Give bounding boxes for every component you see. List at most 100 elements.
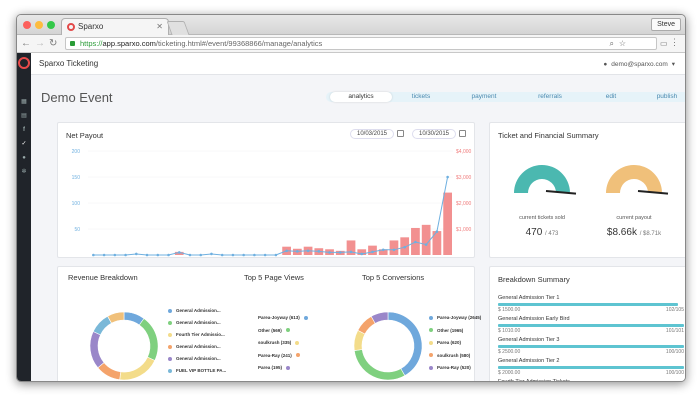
close-window-button[interactable] (23, 21, 31, 29)
y-tick-left: 150 (72, 175, 81, 181)
breakdown-row: General Admission Tier 2 $ 2000.00 100/100 (498, 358, 684, 376)
tickets-point (253, 253, 256, 257)
conversions-legend-item[interactable]: Parea-Joyway (2645) (429, 315, 481, 320)
tab-publish[interactable]: publish (644, 92, 685, 102)
page-views-legend-item[interactable]: Parea-Joyway (613) (258, 315, 308, 320)
legend-dot (168, 344, 172, 349)
app-brand: Sparxo Ticketing (39, 59, 99, 68)
conversions-legend-item[interactable]: Other (1965) (429, 328, 463, 333)
tickets-point (231, 253, 235, 257)
legend-dot (168, 380, 172, 381)
conversions-legend-item[interactable]: soulkrush (580) (429, 353, 470, 358)
legend-dot (168, 332, 172, 337)
minimize-window-button[interactable] (35, 21, 43, 29)
donut-slice (387, 311, 423, 377)
legend-label: soulkrush (335) (258, 340, 292, 345)
ticket-type-count: 102/105 (665, 307, 684, 313)
ticket-type-name: Fourth Tier Admission Tickets (498, 379, 570, 382)
page-views-legend-item[interactable]: Other (569) (258, 328, 290, 333)
bookmark-star-icon[interactable]: ☆ (619, 38, 626, 49)
tab-edit[interactable]: edit (588, 92, 634, 102)
legend-dot (429, 328, 433, 333)
tickets-point (113, 253, 117, 257)
tab-referrals[interactable]: referrals (522, 92, 578, 102)
url-path: /ticketing.html#/event/99368866/manage/a… (155, 39, 323, 48)
legend-label: Other (1965) (437, 327, 464, 333)
browser-menu-icon[interactable]: ⋮ (670, 37, 679, 48)
conversions-legend-item[interactable]: Parea-Ray (520) (429, 365, 471, 370)
forward-arrow-icon[interactable]: → (35, 37, 45, 50)
close-tab-icon[interactable]: ✕ (156, 19, 163, 35)
tickets-point (296, 250, 299, 253)
legend-dot (429, 315, 433, 320)
cast-icon[interactable]: ▭ (660, 37, 668, 50)
donut-slice (119, 356, 156, 381)
legend-label: soulkrush (580) (437, 352, 471, 358)
revenue-legend-item[interactable]: General Admission... (168, 308, 221, 313)
event-tabs: analytics tickets payment referrals edit… (326, 92, 685, 102)
revenue-legend-item[interactable]: General Admission... (168, 320, 221, 325)
revenue-legend-item[interactable]: FIRE VIP BOTTLE PA... (168, 380, 225, 381)
legend-dot (168, 368, 172, 373)
legend-dot (303, 315, 308, 320)
facebook-icon[interactable]: f (21, 127, 27, 133)
sales-progress-bar (498, 324, 684, 327)
new-tab-button[interactable] (166, 21, 190, 35)
legend-dot (285, 328, 290, 333)
tickets-point (424, 243, 428, 246)
y-tick-right: $3,000 (456, 175, 472, 181)
ticket-type-name: General Admission Tier 2 (498, 358, 560, 364)
revenue-legend-item[interactable]: FUEL VIP BOTTLE PA... (168, 368, 226, 373)
breakdown-row: General Admission Tier 3 $ 2500.00 100/100 (498, 337, 684, 355)
settings-gear-icon[interactable]: ✲ (21, 169, 27, 175)
tickets-point (274, 253, 278, 257)
legend-label: General Admission... (176, 308, 221, 313)
summary-gauges (514, 164, 669, 195)
user-icon: ● (603, 61, 608, 68)
maximize-window-button[interactable] (47, 21, 55, 29)
reload-icon[interactable]: ↻ (49, 37, 57, 50)
tickets-point (145, 253, 149, 257)
legend-label: FUEL VIP BOTTLE PA... (176, 368, 227, 373)
browser-user-button[interactable]: Steve (651, 18, 681, 31)
ticket-type-name: General Admission Early Bird (498, 316, 570, 322)
tickets-point (210, 252, 213, 256)
address-bar[interactable]: https://app.sparxo.com/ticketing.html#/e… (65, 37, 657, 50)
tab-analytics[interactable]: analytics (330, 92, 392, 102)
page-views-legend-item[interactable]: soulkrush (335) (258, 340, 300, 345)
page-views-legend-item[interactable]: Parea (195) (258, 365, 291, 370)
net-payout-chart: 200 150 100 50 $4,000 $3,000 $2,000 $1,000 (72, 149, 472, 257)
users-icon[interactable]: ● (21, 155, 27, 161)
revenue-legend-item[interactable]: General Admission... (168, 344, 221, 349)
tab-payment[interactable]: payment (456, 92, 512, 102)
legend-dot (429, 353, 433, 358)
apps-grid-icon[interactable]: ▦ (21, 99, 27, 105)
legend-dot (168, 356, 172, 361)
back-arrow-icon[interactable]: ← (21, 37, 31, 50)
tab-tickets[interactable]: tickets (396, 92, 446, 102)
page-views-legend-item[interactable]: Parea-Ray (241) (258, 353, 300, 358)
legend-label: General Admission... (176, 356, 221, 361)
checkmark-icon[interactable]: ✓ (21, 141, 27, 147)
account-email: demo@sparxo.com (611, 61, 668, 68)
conversions-legend-item[interactable]: Parea (620) (429, 340, 461, 345)
legend-label: Parea-Ray (520) (437, 365, 471, 370)
calendar-icon[interactable]: ▤ (21, 113, 27, 119)
url-scheme: https:// (80, 39, 103, 48)
account-menu[interactable]: ● demo@sparxo.com ▾ (603, 60, 675, 68)
url-host: app.sparxo.com (102, 39, 156, 48)
sparxo-logo-icon[interactable] (18, 57, 30, 69)
breakdown-row: General Admission Tier 1 $ 1500.00 102/105 (498, 295, 684, 313)
zoom-icon[interactable]: ⌕ (610, 38, 614, 49)
revenue-legend-item[interactable]: Fourth Tier Admissio... (168, 332, 225, 337)
y-tick-right: $4,000 (456, 149, 472, 155)
app-sidebar: ▦ ▤ f ✓ ● ✲ (17, 53, 31, 381)
tickets-point (177, 251, 181, 254)
tickets-sold-value: 470 / 473 (525, 227, 559, 238)
ticket-type-count: 100/100 (665, 349, 684, 355)
revenue-legend-item[interactable]: General Admission... (168, 356, 221, 361)
payout-bar (389, 240, 399, 255)
current-payout-label: current payout (616, 215, 652, 221)
browser-tab[interactable]: Sparxo ✕ (61, 18, 169, 35)
payout-bar (421, 224, 431, 255)
